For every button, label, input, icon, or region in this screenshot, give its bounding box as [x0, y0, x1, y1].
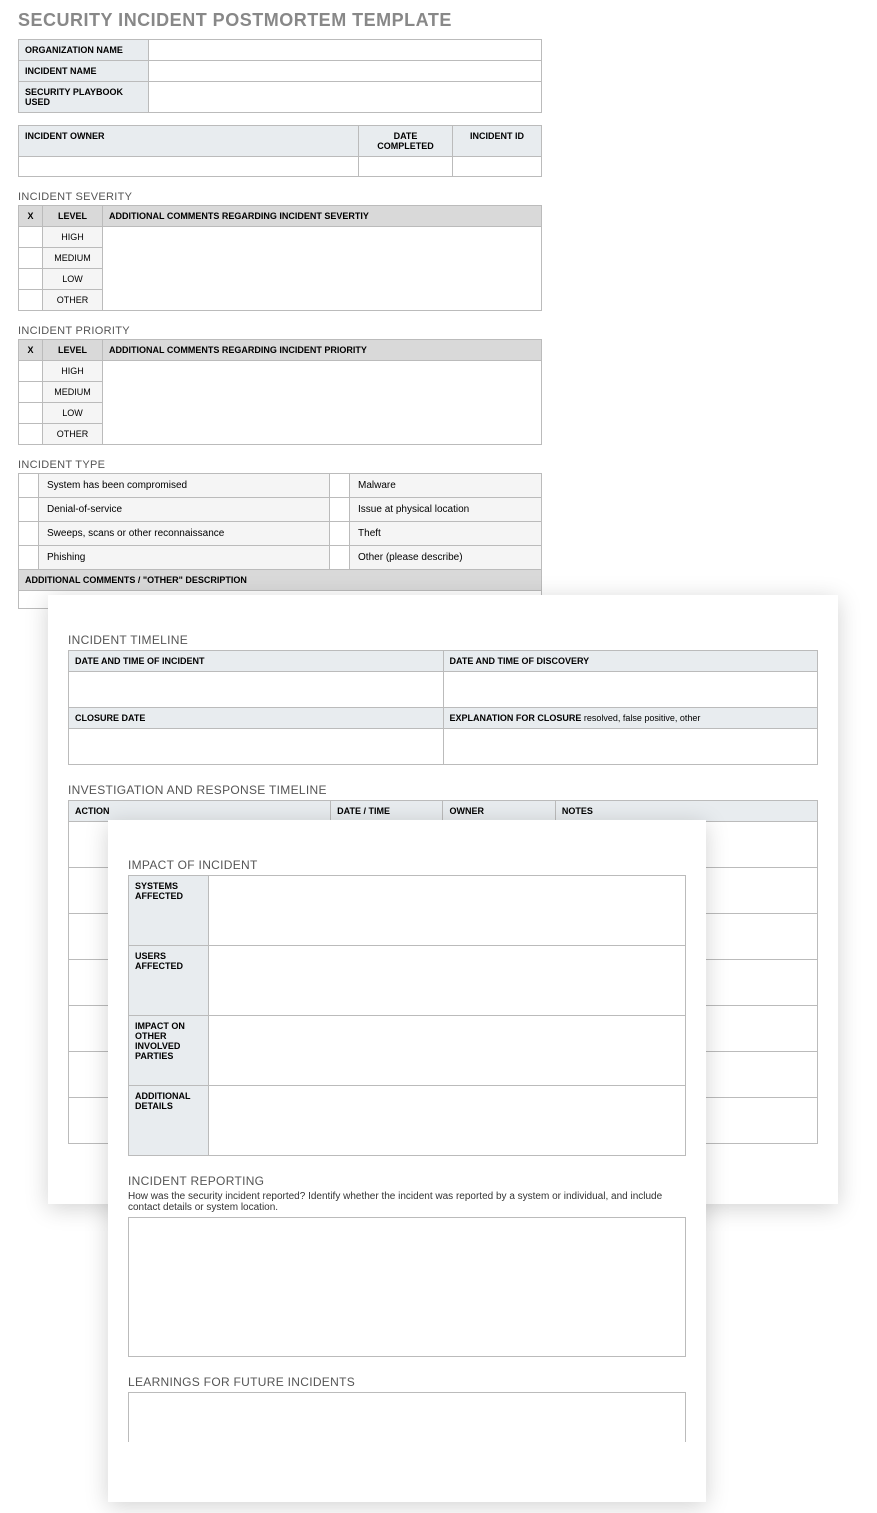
type-check-0[interactable]: [19, 474, 39, 498]
learnings-title: LEARNINGS FOR FUTURE INCIDENTS: [128, 1375, 686, 1389]
reporting-title: INCIDENT REPORTING: [128, 1174, 686, 1188]
timeline-title: INCIDENT TIMELINE: [68, 633, 818, 647]
type-title: INCIDENT TYPE: [18, 459, 542, 471]
timeline-v4[interactable]: [443, 729, 818, 765]
priority-level-medium: MEDIUM: [43, 382, 103, 403]
type-check-5[interactable]: [330, 498, 350, 522]
reporting-value[interactable]: [128, 1217, 686, 1357]
incident-owner-header: INCIDENT OWNER: [19, 126, 359, 157]
meta-table: INCIDENT OWNER DATE COMPLETED INCIDENT I…: [18, 125, 542, 177]
inv-col-action: ACTION: [69, 801, 331, 822]
timeline-h1: DATE AND TIME OF INCIDENT: [69, 651, 444, 672]
date-completed-header: DATE COMPLETED: [358, 126, 452, 157]
type-label-6: Theft: [350, 522, 542, 546]
severity-col-comments: ADDITIONAL COMMENTS REGARDING INCIDENT S…: [103, 206, 542, 227]
type-check-3[interactable]: [19, 546, 39, 570]
severity-x-high[interactable]: [19, 227, 43, 248]
severity-col-x: X: [19, 206, 43, 227]
severity-level-high: HIGH: [43, 227, 103, 248]
timeline-h4-label: EXPLANATION FOR CLOSURE: [450, 713, 582, 723]
type-label-2: Sweeps, scans or other reconnaissance: [39, 522, 330, 546]
incident-name-value[interactable]: [149, 61, 542, 82]
severity-title: INCIDENT SEVERITY: [18, 191, 542, 203]
impact-details-value[interactable]: [209, 1086, 686, 1156]
type-check-2[interactable]: [19, 522, 39, 546]
priority-x-medium[interactable]: [19, 382, 43, 403]
impact-parties-value[interactable]: [209, 1016, 686, 1086]
severity-level-low: LOW: [43, 269, 103, 290]
priority-level-low: LOW: [43, 403, 103, 424]
incident-id-value[interactable]: [453, 157, 542, 177]
timeline-h4: EXPLANATION FOR CLOSURE resolved, false …: [443, 708, 818, 729]
playbook-value[interactable]: [149, 82, 542, 113]
type-label-4: Malware: [350, 474, 542, 498]
severity-col-level: LEVEL: [43, 206, 103, 227]
type-check-1[interactable]: [19, 498, 39, 522]
impact-systems-value[interactable]: [209, 876, 686, 946]
impact-title: IMPACT OF INCIDENT: [128, 858, 686, 872]
page-3-card: IMPACT OF INCIDENT SYSTEMS AFFECTED USER…: [108, 820, 706, 1502]
timeline-v3[interactable]: [69, 729, 444, 765]
org-name-value[interactable]: [149, 40, 542, 61]
impact-users-label: USERS AFFECTED: [129, 946, 209, 1016]
learnings-value[interactable]: [128, 1392, 686, 1442]
severity-x-medium[interactable]: [19, 248, 43, 269]
severity-comments[interactable]: [103, 227, 542, 311]
impact-users-value[interactable]: [209, 946, 686, 1016]
severity-x-low[interactable]: [19, 269, 43, 290]
inv-col-datetime: DATE / TIME: [331, 801, 443, 822]
priority-x-high[interactable]: [19, 361, 43, 382]
type-label-5: Issue at physical location: [350, 498, 542, 522]
timeline-h2: DATE AND TIME OF DISCOVERY: [443, 651, 818, 672]
timeline-h4-note: resolved, false positive, other: [581, 713, 700, 723]
incident-name-label: INCIDENT NAME: [19, 61, 149, 82]
type-check-4[interactable]: [330, 474, 350, 498]
type-table: System has been compromised Malware Deni…: [18, 473, 542, 609]
org-table: ORGANIZATION NAME INCIDENT NAME SECURITY…: [18, 39, 542, 113]
inv-col-owner: OWNER: [443, 801, 555, 822]
priority-col-x: X: [19, 340, 43, 361]
type-label-0: System has been compromised: [39, 474, 330, 498]
document-title: SECURITY INCIDENT POSTMORTEM TEMPLATE: [18, 10, 542, 31]
inv-col-notes: NOTES: [555, 801, 817, 822]
impact-details-label: ADDITIONAL DETAILS: [129, 1086, 209, 1156]
severity-level-other: OTHER: [43, 290, 103, 311]
type-label-1: Denial-of-service: [39, 498, 330, 522]
priority-x-other[interactable]: [19, 424, 43, 445]
priority-comments[interactable]: [103, 361, 542, 445]
type-check-6[interactable]: [330, 522, 350, 546]
impact-parties-label: IMPACT ON OTHER INVOLVED PARTIES: [129, 1016, 209, 1086]
org-name-label: ORGANIZATION NAME: [19, 40, 149, 61]
priority-col-level: LEVEL: [43, 340, 103, 361]
type-additional-label: ADDITIONAL COMMENTS / "OTHER" DESCRIPTIO…: [19, 570, 542, 591]
investigation-title: INVESTIGATION AND RESPONSE TIMELINE: [68, 783, 818, 797]
severity-x-other[interactable]: [19, 290, 43, 311]
priority-col-comments: ADDITIONAL COMMENTS REGARDING INCIDENT P…: [103, 340, 542, 361]
priority-level-other: OTHER: [43, 424, 103, 445]
priority-level-high: HIGH: [43, 361, 103, 382]
type-check-7[interactable]: [330, 546, 350, 570]
timeline-table: DATE AND TIME OF INCIDENT DATE AND TIME …: [68, 650, 818, 765]
playbook-label: SECURITY PLAYBOOK USED: [19, 82, 149, 113]
severity-level-medium: MEDIUM: [43, 248, 103, 269]
type-label-3: Phishing: [39, 546, 330, 570]
incident-id-header: INCIDENT ID: [453, 126, 542, 157]
severity-table: X LEVEL ADDITIONAL COMMENTS REGARDING IN…: [18, 205, 542, 311]
timeline-v2[interactable]: [443, 672, 818, 708]
timeline-v1[interactable]: [69, 672, 444, 708]
impact-table: SYSTEMS AFFECTED USERS AFFECTED IMPACT O…: [128, 875, 686, 1156]
type-label-7: Other (please describe): [350, 546, 542, 570]
priority-title: INCIDENT PRIORITY: [18, 325, 542, 337]
reporting-desc: How was the security incident reported? …: [128, 1191, 686, 1213]
priority-x-low[interactable]: [19, 403, 43, 424]
date-completed-value[interactable]: [358, 157, 452, 177]
incident-owner-value[interactable]: [19, 157, 359, 177]
priority-table: X LEVEL ADDITIONAL COMMENTS REGARDING IN…: [18, 339, 542, 445]
impact-systems-label: SYSTEMS AFFECTED: [129, 876, 209, 946]
timeline-h3: CLOSURE DATE: [69, 708, 444, 729]
